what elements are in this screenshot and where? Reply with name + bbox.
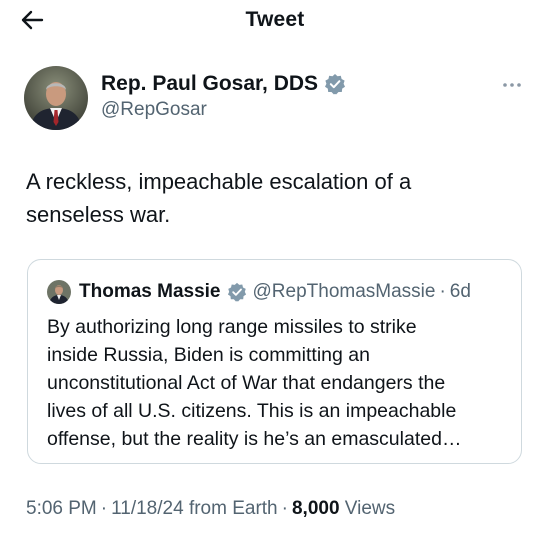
quoted-text-line: inside Russia, Biden is committing an (47, 344, 370, 366)
quoted-tweet-text: By authorizing long range missiles to st… (47, 313, 517, 453)
verified-badge-icon (324, 73, 346, 95)
quoted-author-handle: @RepThomasMassie (252, 281, 436, 302)
tweet-source: from Earth (188, 498, 278, 519)
tweet-author: Rep. Paul Gosar, DDS @RepGosar (24, 66, 534, 130)
quoted-author-name: Thomas Massie (79, 281, 221, 302)
separator-dot: · (439, 281, 446, 302)
author-avatar[interactable] (24, 66, 88, 130)
quoted-author-avatar (47, 280, 71, 304)
tweet-date[interactable]: 11/18/24 (111, 498, 184, 519)
separator-dot: · (281, 498, 288, 519)
quoted-text-line: unconstitutional Act of War that endange… (47, 372, 446, 394)
quoted-text-line: offense, but the reality is he’s an emas… (47, 428, 462, 450)
tweet-page: Tweet Rep. Paul Gosar, DDS @RepGosar A r… (0, 0, 550, 533)
tweet-text: A reckless, impeachable escalation of a … (26, 165, 526, 231)
quoted-tweet-card[interactable]: Thomas Massie @RepThomasMassie · 6d By a… (27, 259, 522, 464)
tweet-time[interactable]: 5:06 PM (26, 498, 97, 519)
quoted-tweet-header: Thomas Massie @RepThomasMassie · 6d (47, 280, 471, 304)
verified-badge-icon (227, 282, 247, 302)
tweet-text-line: A reckless, impeachable escalation of a (26, 169, 412, 194)
quoted-text-line: By authorizing long range missiles to st… (47, 316, 417, 338)
separator-dot: · (100, 498, 108, 519)
quoted-tweet-age: 6d (449, 281, 471, 302)
more-horizontal-icon (502, 75, 522, 93)
author-name-row: Rep. Paul Gosar, DDS (101, 72, 346, 96)
author-name[interactable]: Rep. Paul Gosar, DDS (101, 72, 318, 96)
tweet-meta: 5:06 PM · 11/18/24 from Earth · 8,000 Views (26, 498, 395, 520)
top-bar: Tweet (0, 0, 550, 44)
tweet-text-line: senseless war. (26, 202, 171, 227)
quoted-text-line: lives of all U.S. citizens. This is an i… (47, 400, 457, 422)
author-handle[interactable]: @RepGosar (101, 99, 207, 121)
views-label: Views (344, 498, 396, 519)
views-count[interactable]: 8,000 (292, 498, 340, 519)
more-button[interactable] (500, 76, 524, 92)
page-title: Tweet (245, 8, 305, 31)
